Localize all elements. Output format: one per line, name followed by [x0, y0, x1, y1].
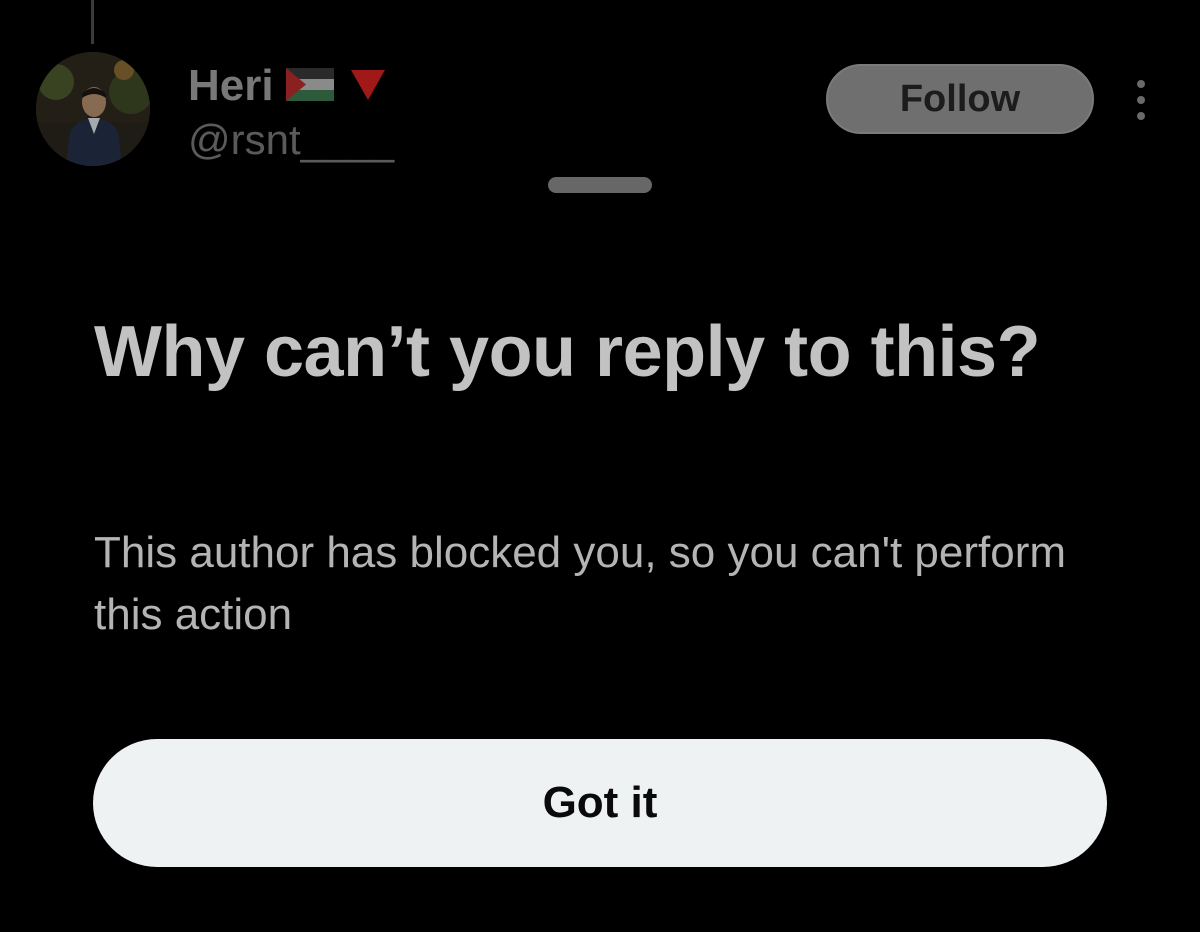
red-triangle-icon [348, 64, 388, 109]
more-options-icon[interactable] [1126, 78, 1156, 122]
author-display-name[interactable]: Heri [188, 60, 274, 112]
avatar-dim-overlay [36, 52, 150, 166]
sheet-message: This author has blocked you, so you can'… [94, 528, 1067, 639]
got-it-button[interactable]: Got it [93, 739, 1107, 867]
bottom-sheet-drag-handle[interactable] [548, 177, 652, 193]
sheet-title: Why can’t you reply to this? [94, 312, 1041, 392]
avatar[interactable] [36, 52, 150, 166]
author-name-row: Heri [188, 60, 388, 112]
palestine-flag-icon [284, 64, 338, 109]
author-handle[interactable]: @rsnt____ [188, 114, 394, 166]
follow-button[interactable]: Follow [826, 64, 1094, 134]
thread-connector-line [91, 0, 94, 44]
